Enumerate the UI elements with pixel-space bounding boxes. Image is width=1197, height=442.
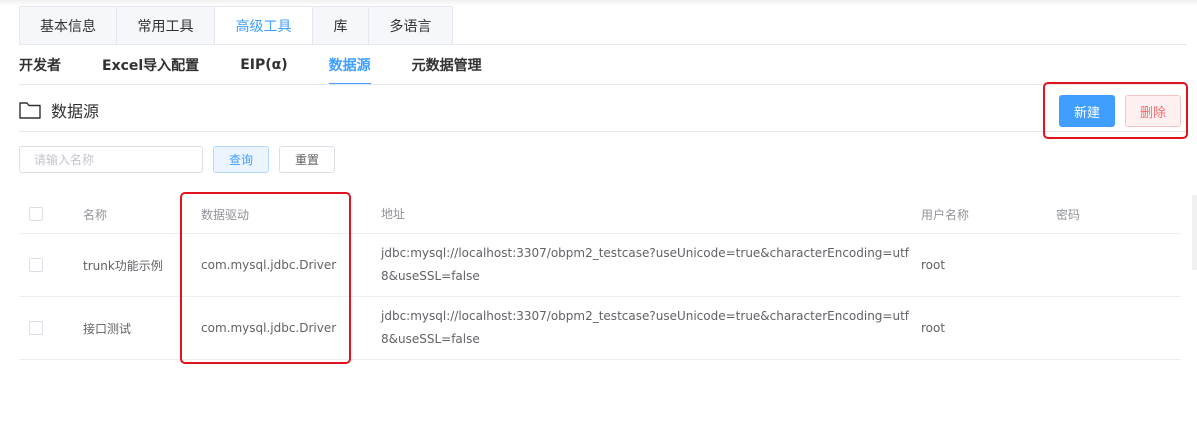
cell-user: root — [921, 258, 946, 272]
header-divider — [19, 131, 1187, 132]
row-checkbox-cell — [29, 234, 49, 296]
annotation-box-driver-column — [180, 192, 351, 364]
column-header-user: 用户名称 — [921, 207, 970, 222]
select-all-cell — [29, 195, 49, 233]
row-checkbox-cell — [29, 297, 49, 359]
cell-name: 接口测试 — [83, 321, 132, 336]
subtab-datasource[interactable]: 数据源 — [328, 45, 371, 85]
section-header: 数据源 — [19, 95, 99, 125]
scrollbar[interactable] — [1192, 195, 1197, 270]
page-title: 数据源 — [51, 102, 100, 121]
cell-name: trunk功能示例 — [83, 258, 163, 273]
row-checkbox[interactable] — [29, 258, 43, 272]
cell-url: jdbc:mysql://localhost:3307/obpm2_testca… — [381, 309, 910, 346]
tab-advanced-tools[interactable]: 高级工具 — [215, 6, 313, 45]
tab-multilanguage[interactable]: 多语言 — [369, 6, 453, 45]
subtab-metadata[interactable]: 元数据管理 — [412, 45, 482, 85]
search-input[interactable] — [19, 146, 203, 173]
reset-button[interactable]: 重置 — [279, 146, 335, 173]
tab-library[interactable]: 库 — [313, 6, 369, 45]
subtab-developer[interactable]: 开发者 — [19, 45, 61, 85]
annotation-box-buttons — [1043, 82, 1188, 139]
sub-tabs: 开发者 Excel导入配置 EIP(α) 数据源 元数据管理 — [19, 45, 523, 85]
query-button[interactable]: 查询 — [213, 146, 269, 173]
folder-icon — [19, 101, 41, 119]
subtab-excel-import[interactable]: Excel导入配置 — [102, 45, 199, 85]
sub-tabs-divider — [19, 84, 1187, 85]
column-header-password: 密码 — [1056, 207, 1081, 222]
tab-basic-info[interactable]: 基本信息 — [19, 6, 117, 45]
column-header-name: 名称 — [83, 207, 108, 222]
tab-common-tools[interactable]: 常用工具 — [117, 6, 215, 45]
cell-url: jdbc:mysql://localhost:3307/obpm2_testca… — [381, 246, 910, 283]
subtab-eip[interactable]: EIP(α) — [240, 45, 287, 85]
row-checkbox[interactable] — [29, 321, 43, 335]
top-tabs: 基本信息 常用工具 高级工具 库 多语言 — [19, 6, 453, 45]
cell-password — [1056, 234, 1156, 296]
cell-password — [1056, 297, 1156, 359]
cell-user: root — [921, 321, 946, 335]
column-header-url: 地址 — [381, 206, 406, 221]
select-all-checkbox[interactable] — [29, 207, 43, 221]
